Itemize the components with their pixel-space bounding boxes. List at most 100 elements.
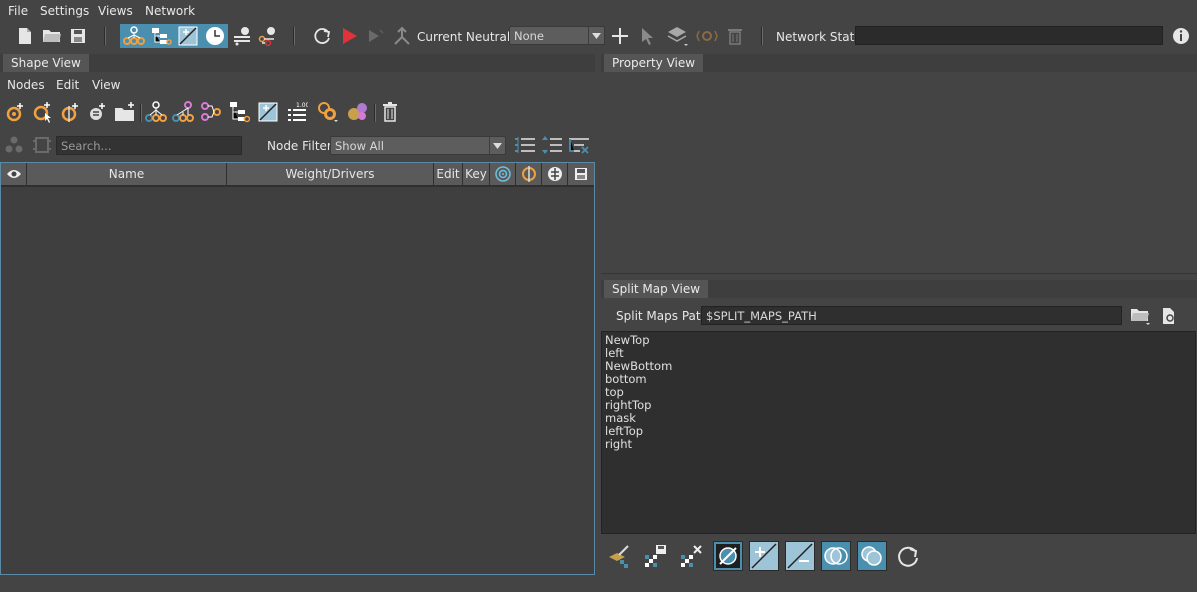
union-map-icon bbox=[861, 546, 882, 566]
browse-folder-icon[interactable] bbox=[1128, 304, 1152, 328]
frame-icon bbox=[30, 133, 54, 157]
subtract-map-button[interactable] bbox=[785, 541, 815, 571]
split-map-view-header: Split Map View bbox=[601, 280, 1197, 298]
play-icon[interactable] bbox=[337, 24, 361, 48]
filter-row: Search... Node Filter: Show All bbox=[0, 133, 595, 157]
list-item[interactable]: left bbox=[605, 347, 1192, 360]
toggle-clock[interactable] bbox=[201, 24, 228, 48]
property-view-body bbox=[601, 72, 1197, 274]
add-node-icon[interactable] bbox=[3, 100, 27, 124]
current-neutral-select[interactable]: None bbox=[509, 26, 605, 45]
open-folder-icon[interactable] bbox=[40, 24, 64, 48]
column-target[interactable] bbox=[490, 163, 516, 187]
network-state-label: Network State: bbox=[776, 30, 866, 44]
menu-view[interactable]: View bbox=[92, 78, 120, 92]
toggle-weight-graph[interactable] bbox=[174, 24, 201, 48]
trash-icon[interactable] bbox=[378, 100, 402, 124]
visibility-column[interactable] bbox=[1, 163, 27, 187]
tab-split-map-view[interactable]: Split Map View bbox=[604, 280, 709, 298]
paint-map-icon[interactable] bbox=[605, 542, 633, 570]
union-map-button[interactable] bbox=[857, 541, 887, 571]
menu-views[interactable]: Views bbox=[98, 4, 133, 18]
list-item[interactable]: rightTop bbox=[605, 399, 1192, 412]
intersect-map-button[interactable] bbox=[821, 541, 851, 571]
toggle-node-hierarchy[interactable] bbox=[120, 24, 147, 48]
search-input[interactable]: Search... bbox=[56, 136, 242, 155]
add-combo-node-icon[interactable] bbox=[85, 100, 109, 124]
combo-icon bbox=[547, 167, 562, 181]
shape-tree[interactable]: Name Weight/Drivers Edit Key bbox=[0, 162, 595, 575]
svg-text:1.00: 1.00 bbox=[296, 102, 308, 109]
column-edit[interactable]: Edit bbox=[434, 163, 463, 187]
new-file-icon[interactable] bbox=[13, 24, 37, 48]
map-delete-icon[interactable] bbox=[677, 542, 705, 570]
menu-settings[interactable]: Settings bbox=[40, 4, 89, 18]
merge-branch-icon bbox=[390, 24, 414, 48]
split-map-list[interactable]: NewTop left NewBottom bottom top rightTo… bbox=[601, 331, 1196, 534]
add-map-button[interactable] bbox=[749, 541, 779, 571]
hierarchy-pink-icon[interactable] bbox=[171, 100, 195, 124]
column-split[interactable] bbox=[516, 163, 542, 187]
list-item[interactable]: right bbox=[605, 438, 1192, 451]
column-name[interactable]: Name bbox=[27, 163, 227, 187]
column-combo[interactable] bbox=[542, 163, 568, 187]
list-item[interactable]: NewBottom bbox=[605, 360, 1192, 373]
reload-file-icon[interactable] bbox=[1157, 304, 1181, 328]
stopwatch-nodes-icon[interactable] bbox=[256, 24, 280, 48]
clear-filter-icon[interactable] bbox=[567, 133, 591, 157]
add-node-cursor-icon[interactable] bbox=[31, 100, 55, 124]
invert-map-icon bbox=[716, 544, 740, 568]
tree-layout-icon[interactable] bbox=[227, 100, 251, 124]
expand-all-icon[interactable] bbox=[513, 133, 537, 157]
add-group-icon[interactable] bbox=[113, 100, 137, 124]
tab-shape-view[interactable]: Shape View bbox=[3, 54, 89, 72]
step-forward-icon bbox=[363, 24, 387, 48]
add-icon[interactable] bbox=[608, 24, 632, 48]
clock-icon bbox=[205, 27, 224, 45]
target-icon bbox=[494, 166, 511, 182]
network-state-field[interactable] bbox=[855, 26, 1163, 45]
connect-nodes-icon[interactable] bbox=[199, 100, 223, 124]
refresh-map-button[interactable] bbox=[893, 541, 923, 571]
menu-edit[interactable]: Edit bbox=[56, 78, 79, 92]
collapse-all-icon[interactable] bbox=[540, 133, 564, 157]
column-save[interactable] bbox=[568, 163, 594, 187]
node-filter-select[interactable]: Show All bbox=[330, 136, 506, 155]
weight-graph-icon bbox=[178, 26, 197, 46]
select-cursor-icon bbox=[635, 24, 659, 48]
column-key[interactable]: Key bbox=[463, 163, 490, 187]
node-filter-value: Show All bbox=[335, 139, 384, 153]
toggle-tree-nodes[interactable] bbox=[147, 24, 174, 48]
weight-graph-panel-icon[interactable] bbox=[256, 100, 280, 124]
list-item[interactable]: mask bbox=[605, 412, 1192, 425]
hierarchy-icon[interactable] bbox=[144, 100, 168, 124]
info-icon[interactable] bbox=[1169, 24, 1193, 48]
map-save-icon[interactable] bbox=[641, 542, 669, 570]
chevron-down-icon bbox=[489, 137, 505, 154]
split-map-toolbar bbox=[601, 538, 1197, 572]
save-icon[interactable] bbox=[66, 24, 90, 48]
menu-network[interactable]: Network bbox=[145, 4, 195, 18]
list-frames-icon[interactable]: 1.00 bbox=[285, 100, 309, 124]
shape-view-header: Shape View bbox=[0, 54, 595, 72]
list-item[interactable]: top bbox=[605, 386, 1192, 399]
list-item[interactable]: bottom bbox=[605, 373, 1192, 386]
menu-bar: File Settings Views Network bbox=[0, 0, 1197, 21]
invert-map-button[interactable] bbox=[713, 541, 743, 571]
bug-nodes-icon[interactable] bbox=[316, 100, 340, 124]
list-item[interactable]: leftTop bbox=[605, 425, 1192, 438]
add-split-node-icon[interactable] bbox=[58, 100, 82, 124]
menu-nodes[interactable]: Nodes bbox=[7, 78, 45, 92]
tab-property-view[interactable]: Property View bbox=[604, 54, 704, 72]
list-item[interactable]: NewTop bbox=[605, 334, 1192, 347]
stopwatch-list-icon[interactable] bbox=[230, 24, 254, 48]
split-maps-path-label: Split Maps Path: bbox=[616, 309, 713, 323]
column-weight-drivers[interactable]: Weight/Drivers bbox=[227, 163, 434, 187]
delete-icon bbox=[723, 24, 747, 48]
property-view-header: Property View bbox=[601, 54, 1197, 72]
color-nodes-icon[interactable] bbox=[346, 100, 370, 124]
layers-icon[interactable] bbox=[665, 24, 689, 48]
split-maps-path-field[interactable]: $SPLIT_MAPS_PATH bbox=[701, 306, 1122, 325]
menu-file[interactable]: File bbox=[8, 4, 28, 18]
refresh-icon[interactable] bbox=[310, 24, 334, 48]
